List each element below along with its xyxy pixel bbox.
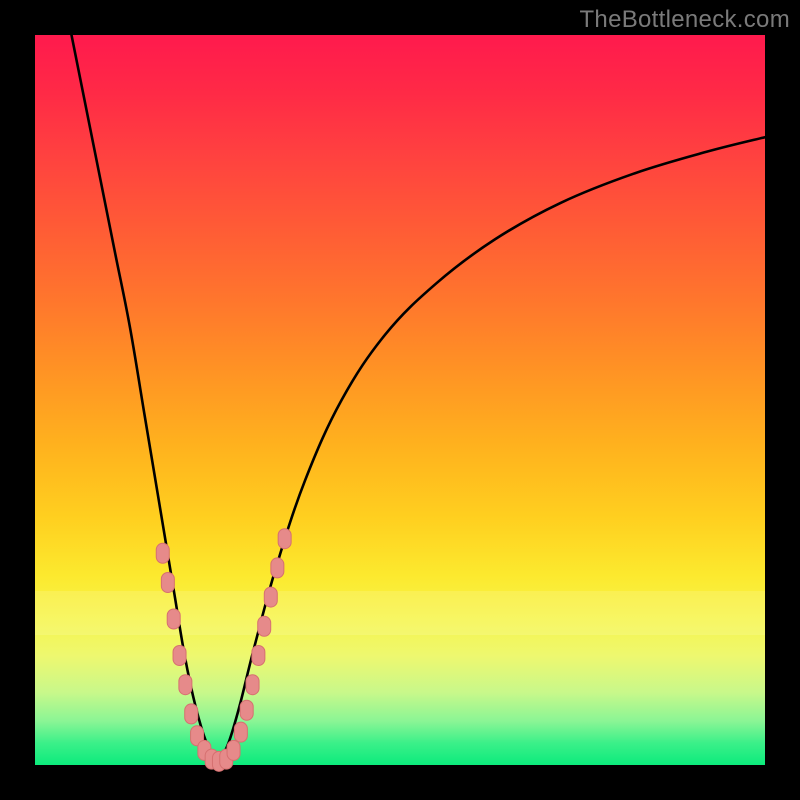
- marker-dot: [271, 558, 284, 578]
- marker-dot: [167, 609, 180, 629]
- curve-left: [72, 35, 218, 765]
- marker-dot: [264, 587, 277, 607]
- marker-group: [156, 529, 291, 772]
- marker-dot: [246, 675, 259, 695]
- marker-dot: [240, 700, 253, 720]
- marker-dot: [179, 675, 192, 695]
- marker-dot: [156, 543, 169, 563]
- marker-dot: [252, 646, 265, 666]
- marker-dot: [278, 529, 291, 549]
- outer-frame: TheBottleneck.com: [0, 0, 800, 800]
- marker-dot: [185, 704, 198, 724]
- chart-svg: [35, 35, 765, 765]
- marker-dot: [173, 646, 186, 666]
- marker-dot: [161, 573, 174, 593]
- marker-dot: [258, 616, 271, 636]
- plot-area: [35, 35, 765, 765]
- curve-right: [218, 137, 766, 765]
- watermark-text: TheBottleneck.com: [579, 6, 790, 34]
- marker-dot: [227, 740, 240, 760]
- marker-dot: [234, 722, 247, 742]
